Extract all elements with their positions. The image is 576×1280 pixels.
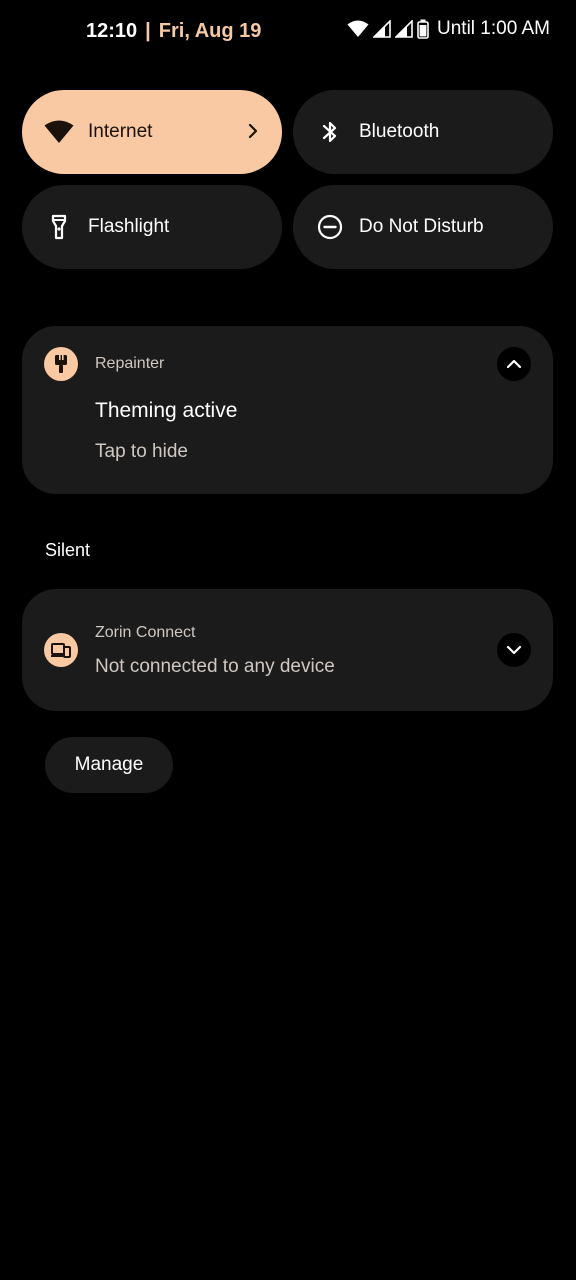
battery-icon bbox=[417, 19, 429, 39]
wifi-icon bbox=[347, 20, 369, 38]
notification-repainter[interactable]: Repainter Theming active Tap to hide bbox=[22, 326, 553, 494]
bluetooth-icon bbox=[315, 117, 345, 147]
flashlight-icon bbox=[44, 212, 74, 242]
status-icons: Until 1:00 AM bbox=[347, 18, 550, 40]
tile-internet[interactable]: Internet bbox=[22, 90, 282, 174]
chevron-up-icon bbox=[506, 359, 522, 369]
chevron-down-icon bbox=[506, 645, 522, 655]
tile-do-not-disturb-label: Do Not Disturb bbox=[359, 216, 484, 237]
manage-button-label: Manage bbox=[74, 754, 144, 775]
tile-do-not-disturb[interactable]: Do Not Disturb bbox=[293, 185, 553, 269]
signal-icon bbox=[395, 20, 413, 38]
notification-title: Theming active bbox=[95, 399, 238, 422]
chevron-right-icon bbox=[246, 120, 260, 147]
notification-app-name: Zorin Connect bbox=[95, 624, 196, 641]
status-bar: 12:10 | Fri, Aug 19 Until 1:00 AM bbox=[0, 14, 576, 54]
manage-button[interactable]: Manage bbox=[45, 737, 173, 793]
status-clock-date[interactable]: 12:10 | Fri, Aug 19 bbox=[86, 20, 261, 43]
tile-bluetooth-label: Bluetooth bbox=[359, 121, 440, 142]
devices-icon bbox=[44, 633, 78, 667]
paintbrush-icon bbox=[44, 347, 78, 381]
tile-internet-label: Internet bbox=[88, 121, 153, 142]
tile-flashlight-label: Flashlight bbox=[88, 216, 170, 237]
clock: 12:10 bbox=[86, 20, 138, 42]
notification-app-name: Repainter bbox=[95, 355, 165, 372]
battery-saver-text: Until 1:00 AM bbox=[437, 18, 550, 39]
silent-section-header: Silent bbox=[45, 540, 91, 560]
status-separator: | bbox=[145, 20, 151, 42]
notification-text: Tap to hide bbox=[95, 441, 188, 462]
notification-text: Not connected to any device bbox=[95, 656, 335, 677]
tile-flashlight[interactable]: Flashlight bbox=[22, 185, 282, 269]
wifi-icon bbox=[44, 117, 74, 147]
signal-icon bbox=[373, 20, 391, 38]
expand-button[interactable] bbox=[497, 633, 531, 667]
collapse-button[interactable] bbox=[497, 347, 531, 381]
date: Fri, Aug 19 bbox=[158, 20, 262, 42]
tile-bluetooth[interactable]: Bluetooth bbox=[293, 90, 553, 174]
notification-zorin-connect[interactable]: Zorin Connect Not connected to any devic… bbox=[22, 589, 553, 711]
do-not-disturb-icon bbox=[315, 212, 345, 242]
